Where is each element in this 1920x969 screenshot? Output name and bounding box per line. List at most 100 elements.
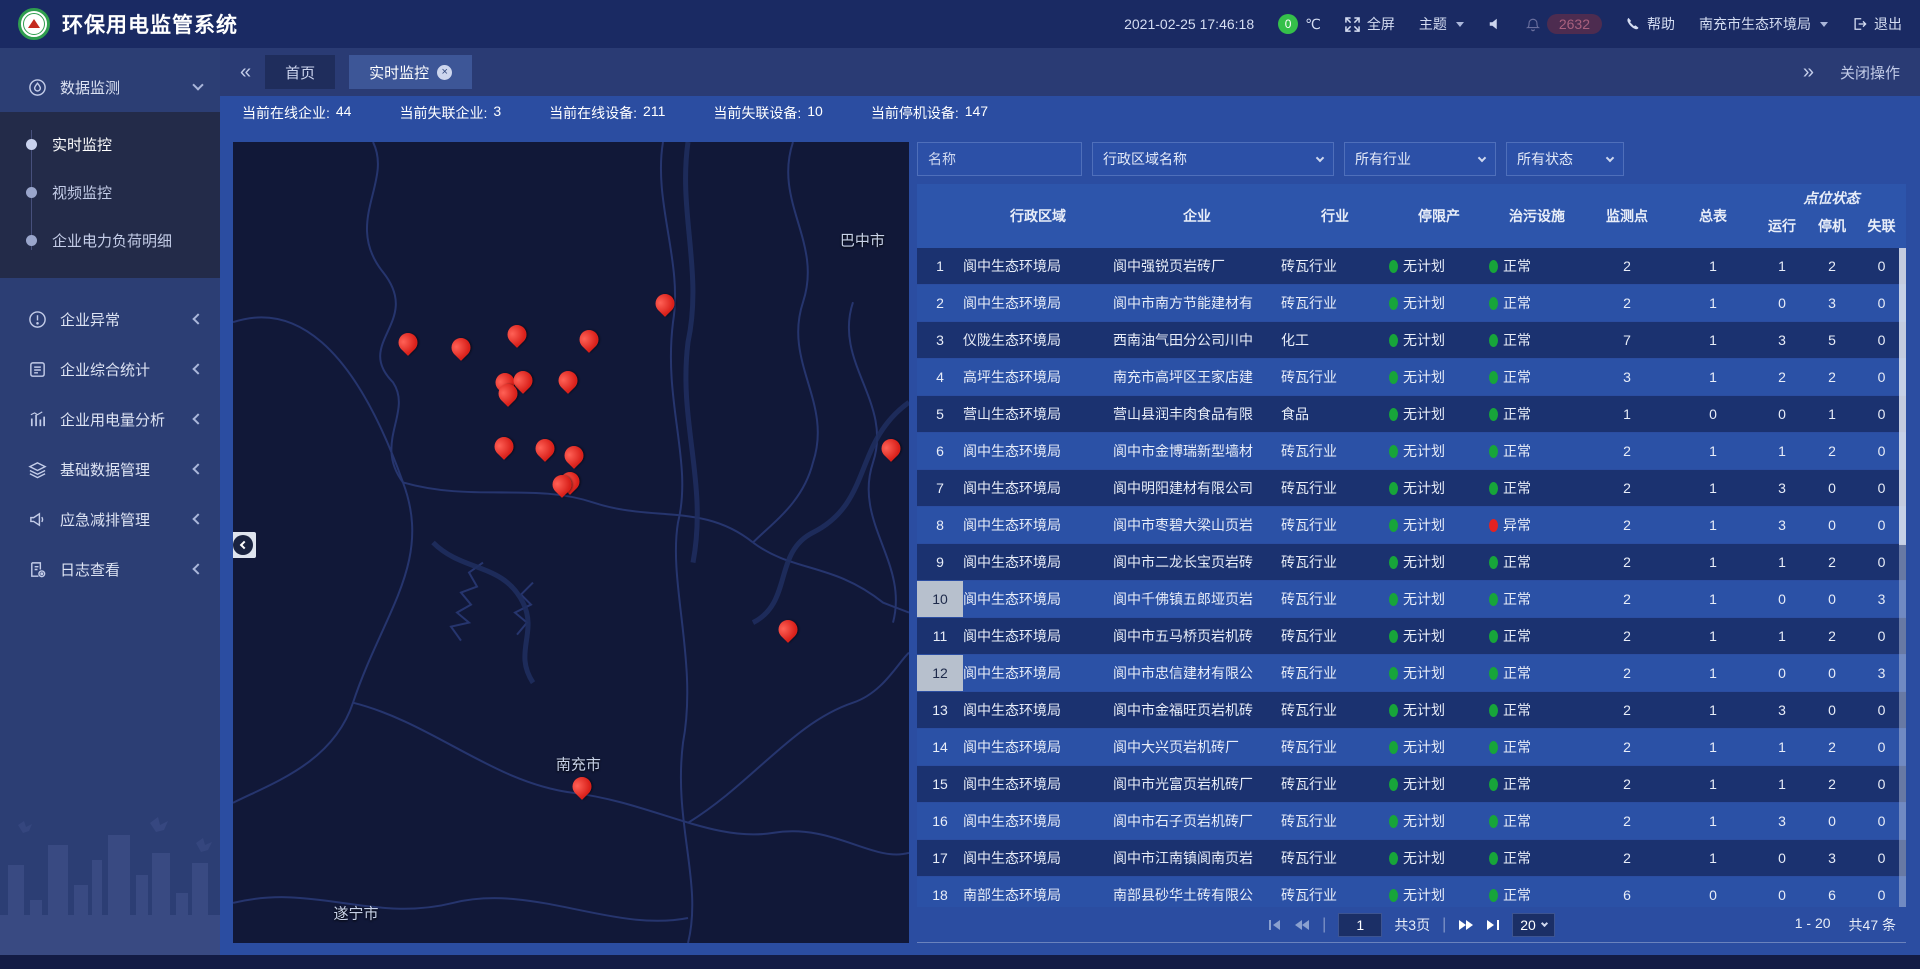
table-row[interactable]: 16阆中生态环境局阆中市石子页岩机砖厂砖瓦行业无计划正常21300 bbox=[917, 803, 1906, 840]
sidebar-subitem-realtime[interactable]: 实时监控 bbox=[0, 120, 220, 168]
tabs-scroll-right-button[interactable]: » bbox=[1803, 62, 1814, 82]
cell-stopped: 2 bbox=[1807, 554, 1857, 570]
sidebar-subitem-video[interactable]: 视频监控 bbox=[0, 168, 220, 216]
temperature-unit: ℃ bbox=[1305, 16, 1321, 33]
tab-home[interactable]: 首页 bbox=[265, 55, 335, 89]
tab-realtime-monitor[interactable]: 实时监控 × bbox=[349, 55, 472, 89]
right-panel: 行政区域名称 所有行业 所有状态 bbox=[917, 142, 1906, 943]
sidebar-item-emergency[interactable]: 应急减排管理 bbox=[0, 494, 220, 544]
column-header-company: 企业 bbox=[1113, 206, 1281, 226]
cell-stopped: 2 bbox=[1807, 258, 1857, 274]
sidebar-item-base-data[interactable]: 基础数据管理 bbox=[0, 444, 220, 494]
close-operations-button[interactable]: 关闭操作 bbox=[1840, 62, 1900, 83]
cell-facility-status: 正常 bbox=[1489, 848, 1585, 868]
cell-facility-status: 正常 bbox=[1489, 478, 1585, 498]
cell-total-meters: 1 bbox=[1669, 813, 1757, 829]
sidebar-item-logs[interactable]: 日志查看 bbox=[0, 544, 220, 594]
log-file-icon bbox=[28, 560, 47, 579]
table-row[interactable]: 18南部生态环境局南部县砂华土砖有限公砖瓦行业无计划正常60060 bbox=[917, 877, 1906, 907]
notification-button[interactable]: 2632 bbox=[1526, 14, 1602, 34]
stat-label: 当前停机设备: bbox=[871, 103, 959, 123]
app-title: 环保用电监管系统 bbox=[62, 9, 238, 39]
tabs-scroll-left-button[interactable]: « bbox=[240, 62, 251, 82]
record-total-label: 共47 条 bbox=[1849, 915, 1896, 935]
cell-limit-status: 无计划 bbox=[1389, 404, 1489, 424]
chevron-down-icon bbox=[192, 79, 203, 90]
next-page-button[interactable] bbox=[1458, 919, 1474, 931]
cell-limit-status: 无计划 bbox=[1389, 293, 1489, 313]
cell-industry: 砖瓦行业 bbox=[1281, 663, 1389, 683]
table-row[interactable]: 1阆中生态环境局阆中强锐页岩砖厂砖瓦行业无计划正常21120 bbox=[917, 248, 1906, 285]
region-select[interactable]: 行政区域名称 bbox=[1092, 142, 1334, 176]
previous-page-button[interactable] bbox=[1294, 919, 1310, 931]
table-row[interactable]: 15阆中生态环境局阆中市光富页岩机砖厂砖瓦行业无计划正常21120 bbox=[917, 766, 1906, 803]
table-row[interactable]: 10阆中生态环境局阆中千佛镇五郎垭页岩砖瓦行业无计划正常21003 bbox=[917, 581, 1906, 618]
column-header-limit: 停限产 bbox=[1389, 206, 1489, 226]
chevron-left-icon bbox=[192, 513, 203, 524]
sidebar-item-company-abnormal[interactable]: 企业异常 bbox=[0, 294, 220, 344]
table-row[interactable]: 4高坪生态环境局南充市高坪区王家店建砖瓦行业无计划正常31220 bbox=[917, 359, 1906, 396]
table-row[interactable]: 3仪陇生态环境局西南油气田分公司川中化工无计划正常71350 bbox=[917, 322, 1906, 359]
page-size-select[interactable]: 20 bbox=[1512, 913, 1555, 937]
cell-region: 阆中生态环境局 bbox=[963, 700, 1113, 720]
column-header-stop: 停机 bbox=[1807, 210, 1857, 236]
table-row[interactable]: 5营山生态环境局营山县润丰肉食品有限食品无计划正常10010 bbox=[917, 396, 1906, 433]
status-dot-green bbox=[1489, 741, 1498, 754]
mute-button[interactable] bbox=[1488, 17, 1502, 31]
first-page-button[interactable] bbox=[1268, 919, 1282, 931]
theme-dropdown[interactable]: 主题 bbox=[1419, 14, 1464, 34]
map-collapse-button[interactable] bbox=[233, 532, 256, 558]
cell-company: 西南油气田分公司川中 bbox=[1113, 330, 1281, 350]
table-scrollbar[interactable] bbox=[1899, 248, 1906, 907]
stat-value: 3 bbox=[493, 103, 501, 123]
cell-company: 阆中市枣碧大梁山页岩 bbox=[1113, 515, 1281, 535]
table-row[interactable]: 17阆中生态环境局阆中市江南镇阆南页岩砖瓦行业无计划正常21030 bbox=[917, 840, 1906, 877]
table-row[interactable]: 8阆中生态环境局阆中市枣碧大梁山页岩砖瓦行业无计划异常21300 bbox=[917, 507, 1906, 544]
sidebar-item-data-monitor[interactable]: 数据监测 bbox=[0, 62, 220, 112]
row-number: 13 bbox=[917, 692, 963, 728]
cell-industry: 砖瓦行业 bbox=[1281, 700, 1389, 720]
table-row[interactable]: 13阆中生态环境局阆中市金福旺页岩机砖砖瓦行业无计划正常21300 bbox=[917, 692, 1906, 729]
help-button[interactable]: 帮助 bbox=[1626, 14, 1675, 34]
last-page-button[interactable] bbox=[1486, 919, 1500, 931]
cell-facility-status: 正常 bbox=[1489, 441, 1585, 461]
megaphone-icon bbox=[28, 510, 47, 529]
table-row[interactable]: 12阆中生态环境局阆中市忠信建材有限公砖瓦行业无计划正常21003 bbox=[917, 655, 1906, 692]
cell-running: 0 bbox=[1757, 406, 1807, 422]
cell-region: 阆中生态环境局 bbox=[963, 811, 1113, 831]
bullet-icon bbox=[26, 235, 37, 246]
cell-limit-status: 无计划 bbox=[1389, 589, 1489, 609]
page-number-input[interactable] bbox=[1338, 913, 1382, 937]
sidebar-item-company-stats[interactable]: 企业综合统计 bbox=[0, 344, 220, 394]
map-panel[interactable]: 巴中市南充市遂宁市 bbox=[233, 142, 909, 943]
table-row[interactable]: 7阆中生态环境局阆中明阳建材有限公司砖瓦行业无计划正常21300 bbox=[917, 470, 1906, 507]
fullscreen-icon bbox=[1345, 17, 1360, 32]
cell-stopped: 3 bbox=[1807, 295, 1857, 311]
cell-facility-status: 正常 bbox=[1489, 811, 1585, 831]
table-row[interactable]: 11阆中生态环境局阆中市五马桥页岩机砖砖瓦行业无计划正常21120 bbox=[917, 618, 1906, 655]
fullscreen-button[interactable]: 全屏 bbox=[1345, 14, 1395, 34]
stat-label: 当前在线企业: bbox=[242, 103, 330, 123]
status-dot-red bbox=[1489, 519, 1498, 532]
org-dropdown[interactable]: 南充市生态环境局 bbox=[1699, 14, 1828, 34]
table-row[interactable]: 6阆中生态环境局阆中市金博瑞新型墙材砖瓦行业无计划正常21120 bbox=[917, 433, 1906, 470]
table-row[interactable]: 14阆中生态环境局阆中大兴页岩机砖厂砖瓦行业无计划正常21120 bbox=[917, 729, 1906, 766]
name-search-input[interactable] bbox=[917, 142, 1082, 176]
row-number: 7 bbox=[917, 470, 963, 506]
industry-select[interactable]: 所有行业 bbox=[1344, 142, 1496, 176]
logout-button[interactable]: 退出 bbox=[1852, 14, 1902, 34]
map-city-label: 南充市 bbox=[556, 754, 601, 775]
cell-stopped: 1 bbox=[1807, 406, 1857, 422]
sidebar-item-label: 企业综合统计 bbox=[60, 359, 150, 380]
cell-company: 阆中市石子页岩机砖厂 bbox=[1113, 811, 1281, 831]
status-select[interactable]: 所有状态 bbox=[1506, 142, 1624, 176]
cell-region: 阆中生态环境局 bbox=[963, 552, 1113, 572]
sidebar-subitem-power-load[interactable]: 企业电力负荷明细 bbox=[0, 216, 220, 264]
cell-total-meters: 1 bbox=[1669, 332, 1757, 348]
close-icon[interactable]: × bbox=[437, 65, 452, 80]
table-row[interactable]: 2阆中生态环境局阆中市南方节能建材有砖瓦行业无计划正常21030 bbox=[917, 285, 1906, 322]
table-row[interactable]: 9阆中生态环境局阆中市二龙长宝页岩砖砖瓦行业无计划正常21120 bbox=[917, 544, 1906, 581]
cell-running: 0 bbox=[1757, 665, 1807, 681]
sidebar-item-power-analysis[interactable]: 企业用电量分析 bbox=[0, 394, 220, 444]
sidebar: 数据监测 实时监控 视频监控 企业电力负荷明细 bbox=[0, 48, 220, 955]
